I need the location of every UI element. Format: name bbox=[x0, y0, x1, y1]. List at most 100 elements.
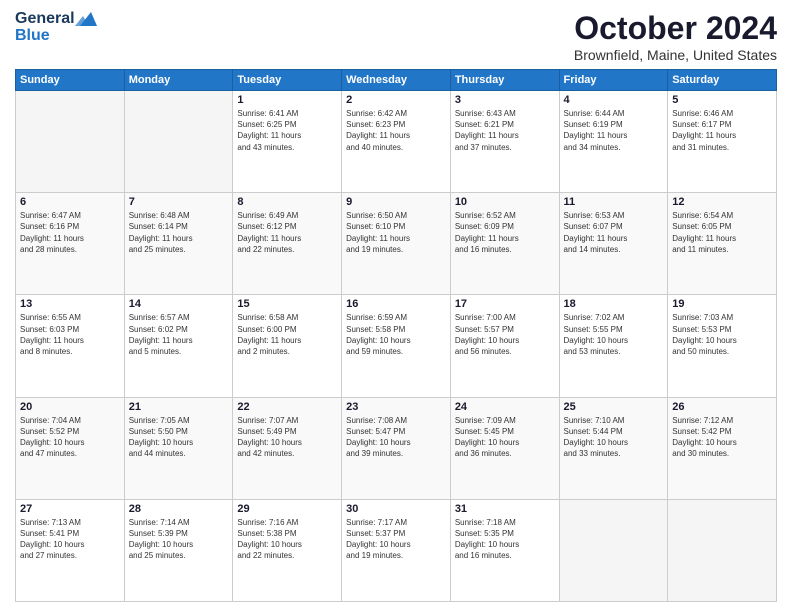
calendar-header-row: SundayMondayTuesdayWednesdayThursdayFrid… bbox=[16, 70, 777, 91]
calendar-cell bbox=[559, 499, 668, 601]
day-number: 24 bbox=[455, 401, 555, 413]
day-info: Sunrise: 7:14 AMSunset: 5:39 PMDaylight:… bbox=[129, 517, 229, 562]
day-info: Sunrise: 7:08 AMSunset: 5:47 PMDaylight:… bbox=[346, 415, 446, 460]
calendar-cell: 8 Sunrise: 6:49 AMSunset: 6:12 PMDaylight… bbox=[233, 193, 342, 295]
calendar-cell bbox=[16, 91, 125, 193]
day-info: Sunrise: 7:13 AMSunset: 5:41 PMDaylight:… bbox=[20, 517, 120, 562]
calendar-cell: 17Sunrise: 7:00 AMSunset: 5:57 PMDayligh… bbox=[450, 295, 559, 397]
calendar-cell: 15 Sunrise: 6:58 AMSunset: 6:00 PMDayligh… bbox=[233, 295, 342, 397]
day-number: 23 bbox=[346, 401, 446, 413]
calendar-cell: 9 Sunrise: 6:50 AMSunset: 6:10 PMDaylight… bbox=[342, 193, 451, 295]
day-number: 3 bbox=[455, 94, 555, 106]
calendar-week-5: 27Sunrise: 7:13 AMSunset: 5:41 PMDayligh… bbox=[16, 499, 777, 601]
day-info: Sunrise: 7:17 AMSunset: 5:37 PMDaylight:… bbox=[346, 517, 446, 562]
day-info: Sunrise: 6:49 AMSunset: 6:12 PMDaylight:… bbox=[237, 210, 337, 255]
day-number: 17 bbox=[455, 298, 555, 310]
subtitle: Brownfield, Maine, United States bbox=[574, 47, 777, 63]
day-info: Sunrise: 7:07 AMSunset: 5:49 PMDaylight:… bbox=[237, 415, 337, 460]
calendar-cell: 1 Sunrise: 6:41 AMSunset: 6:25 PMDaylight… bbox=[233, 91, 342, 193]
calendar-cell: 26Sunrise: 7:12 AMSunset: 5:42 PMDayligh… bbox=[668, 397, 777, 499]
column-header-thursday: Thursday bbox=[450, 70, 559, 91]
day-number: 13 bbox=[20, 298, 120, 310]
day-info: Sunrise: 6:47 AMSunset: 6:16 PMDaylight:… bbox=[20, 210, 120, 255]
column-header-saturday: Saturday bbox=[668, 70, 777, 91]
day-info: Sunrise: 7:03 AMSunset: 5:53 PMDaylight:… bbox=[672, 312, 772, 357]
day-number: 25 bbox=[564, 401, 664, 413]
main-title: October 2024 bbox=[574, 10, 777, 47]
day-info: Sunrise: 6:44 AMSunset: 6:19 PMDaylight:… bbox=[564, 108, 664, 153]
day-info: Sunrise: 7:16 AMSunset: 5:38 PMDaylight:… bbox=[237, 517, 337, 562]
calendar-week-2: 6 Sunrise: 6:47 AMSunset: 6:16 PMDaylight… bbox=[16, 193, 777, 295]
day-number: 12 bbox=[672, 196, 772, 208]
header: General Blue October 2024 Brownfield, Ma… bbox=[15, 10, 777, 63]
day-number: 18 bbox=[564, 298, 664, 310]
calendar-cell: 23 Sunrise: 7:08 AMSunset: 5:47 PMDayligh… bbox=[342, 397, 451, 499]
day-number: 16 bbox=[346, 298, 446, 310]
day-info: Sunrise: 6:53 AMSunset: 6:07 PMDaylight:… bbox=[564, 210, 664, 255]
calendar-cell: 13Sunrise: 6:55 AMSunset: 6:03 PMDayligh… bbox=[16, 295, 125, 397]
day-number: 4 bbox=[564, 94, 664, 106]
calendar-cell: 3 Sunrise: 6:43 AMSunset: 6:21 PMDaylight… bbox=[450, 91, 559, 193]
day-info: Sunrise: 7:05 AMSunset: 5:50 PMDaylight:… bbox=[129, 415, 229, 460]
calendar-cell: 29 Sunrise: 7:16 AMSunset: 5:38 PMDayligh… bbox=[233, 499, 342, 601]
day-info: Sunrise: 7:12 AMSunset: 5:42 PMDaylight:… bbox=[672, 415, 772, 460]
day-number: 31 bbox=[455, 503, 555, 515]
calendar-cell: 10Sunrise: 6:52 AMSunset: 6:09 PMDayligh… bbox=[450, 193, 559, 295]
logo-icon bbox=[75, 10, 97, 28]
day-number: 19 bbox=[672, 298, 772, 310]
calendar-cell bbox=[124, 91, 233, 193]
day-number: 9 bbox=[346, 196, 446, 208]
day-info: Sunrise: 6:57 AMSunset: 6:02 PMDaylight:… bbox=[129, 312, 229, 357]
day-info: Sunrise: 6:42 AMSunset: 6:23 PMDaylight:… bbox=[346, 108, 446, 153]
day-number: 29 bbox=[237, 503, 337, 515]
day-info: Sunrise: 6:41 AMSunset: 6:25 PMDaylight:… bbox=[237, 108, 337, 153]
column-header-wednesday: Wednesday bbox=[342, 70, 451, 91]
calendar-cell: 25 Sunrise: 7:10 AMSunset: 5:44 PMDayligh… bbox=[559, 397, 668, 499]
column-header-friday: Friday bbox=[559, 70, 668, 91]
day-number: 6 bbox=[20, 196, 120, 208]
calendar-cell: 16 Sunrise: 6:59 AMSunset: 5:58 PMDayligh… bbox=[342, 295, 451, 397]
day-number: 28 bbox=[129, 503, 229, 515]
calendar-cell: 30 Sunrise: 7:17 AMSunset: 5:37 PMDayligh… bbox=[342, 499, 451, 601]
page: General Blue October 2024 Brownfield, Ma… bbox=[0, 0, 792, 612]
column-header-tuesday: Tuesday bbox=[233, 70, 342, 91]
calendar-cell: 5Sunrise: 6:46 AMSunset: 6:17 PMDaylight… bbox=[668, 91, 777, 193]
calendar-cell: 11 Sunrise: 6:53 AMSunset: 6:07 PMDayligh… bbox=[559, 193, 668, 295]
calendar-cell: 4 Sunrise: 6:44 AMSunset: 6:19 PMDaylight… bbox=[559, 91, 668, 193]
calendar-cell: 14 Sunrise: 6:57 AMSunset: 6:02 PMDayligh… bbox=[124, 295, 233, 397]
day-number: 8 bbox=[237, 196, 337, 208]
calendar-week-3: 13Sunrise: 6:55 AMSunset: 6:03 PMDayligh… bbox=[16, 295, 777, 397]
logo: General Blue bbox=[15, 10, 97, 44]
day-number: 1 bbox=[237, 94, 337, 106]
calendar-cell: 20Sunrise: 7:04 AMSunset: 5:52 PMDayligh… bbox=[16, 397, 125, 499]
calendar-cell: 24 Sunrise: 7:09 AMSunset: 5:45 PMDayligh… bbox=[450, 397, 559, 499]
calendar-cell bbox=[668, 499, 777, 601]
calendar-cell: 7Sunrise: 6:48 AMSunset: 6:14 PMDaylight… bbox=[124, 193, 233, 295]
day-info: Sunrise: 6:58 AMSunset: 6:00 PMDaylight:… bbox=[237, 312, 337, 357]
day-info: Sunrise: 6:43 AMSunset: 6:21 PMDaylight:… bbox=[455, 108, 555, 153]
day-number: 10 bbox=[455, 196, 555, 208]
day-info: Sunrise: 6:50 AMSunset: 6:10 PMDaylight:… bbox=[346, 210, 446, 255]
day-number: 15 bbox=[237, 298, 337, 310]
day-info: Sunrise: 7:10 AMSunset: 5:44 PMDaylight:… bbox=[564, 415, 664, 460]
day-info: Sunrise: 6:59 AMSunset: 5:58 PMDaylight:… bbox=[346, 312, 446, 357]
day-info: Sunrise: 7:02 AMSunset: 5:55 PMDaylight:… bbox=[564, 312, 664, 357]
column-header-monday: Monday bbox=[124, 70, 233, 91]
logo-top: General bbox=[15, 11, 75, 27]
title-area: October 2024 Brownfield, Maine, United S… bbox=[574, 10, 777, 63]
day-number: 14 bbox=[129, 298, 229, 310]
day-info: Sunrise: 6:48 AMSunset: 6:14 PMDaylight:… bbox=[129, 210, 229, 255]
calendar-cell: 21Sunrise: 7:05 AMSunset: 5:50 PMDayligh… bbox=[124, 397, 233, 499]
day-number: 30 bbox=[346, 503, 446, 515]
day-number: 2 bbox=[346, 94, 446, 106]
day-info: Sunrise: 7:04 AMSunset: 5:52 PMDaylight:… bbox=[20, 415, 120, 460]
calendar-cell: 31Sunrise: 7:18 AMSunset: 5:35 PMDayligh… bbox=[450, 499, 559, 601]
calendar-cell: 6 Sunrise: 6:47 AMSunset: 6:16 PMDaylight… bbox=[16, 193, 125, 295]
day-info: Sunrise: 6:46 AMSunset: 6:17 PMDaylight:… bbox=[672, 108, 772, 153]
logo-bottom: Blue bbox=[15, 28, 97, 44]
calendar-week-1: 1 Sunrise: 6:41 AMSunset: 6:25 PMDaylight… bbox=[16, 91, 777, 193]
calendar-cell: 2 Sunrise: 6:42 AMSunset: 6:23 PMDaylight… bbox=[342, 91, 451, 193]
day-number: 11 bbox=[564, 196, 664, 208]
day-info: Sunrise: 7:09 AMSunset: 5:45 PMDaylight:… bbox=[455, 415, 555, 460]
calendar-cell: 18 Sunrise: 7:02 AMSunset: 5:55 PMDayligh… bbox=[559, 295, 668, 397]
